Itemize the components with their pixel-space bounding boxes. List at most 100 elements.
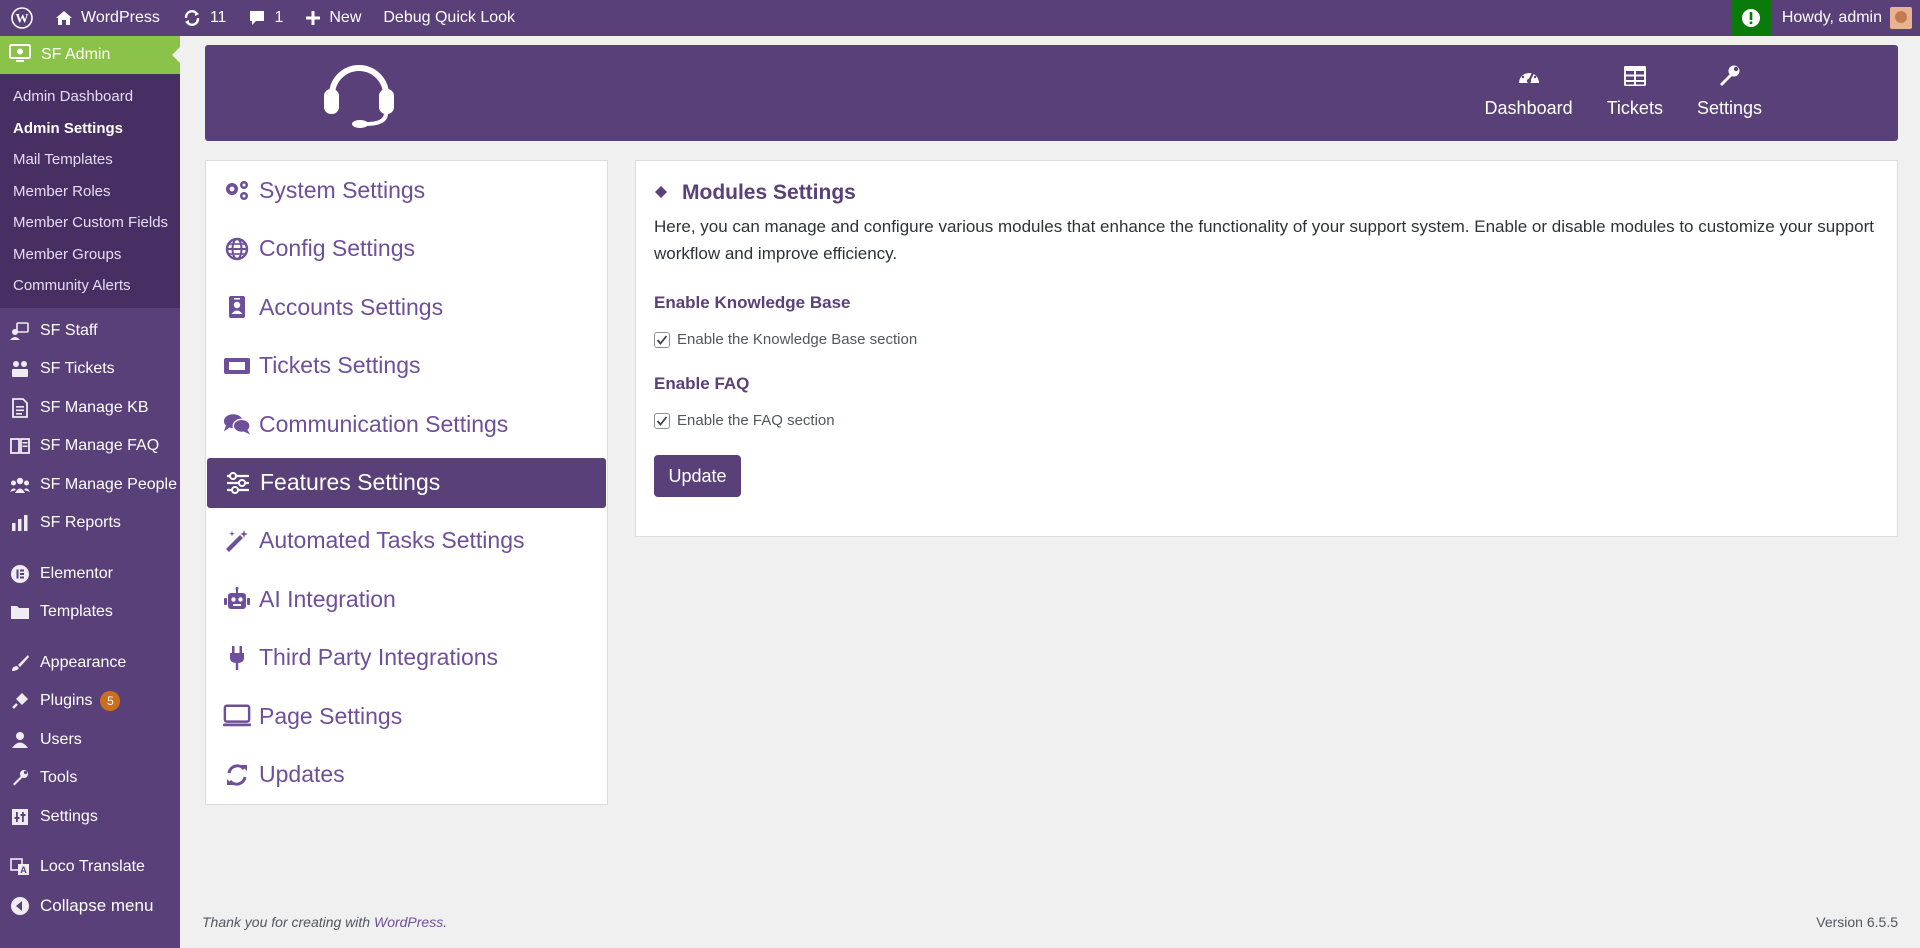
settings-menu-config[interactable]: Config Settings <box>206 220 607 279</box>
monitor-icon <box>223 704 251 728</box>
menu-label: Templates <box>40 603 113 621</box>
nav-settings[interactable]: Settings <box>1697 65 1762 119</box>
menu-elementor[interactable]: Elementor <box>0 555 180 594</box>
updates-link[interactable]: 11 <box>171 0 238 36</box>
plug-icon <box>223 645 251 671</box>
submenu-member-groups[interactable]: Member Groups <box>0 239 180 271</box>
magic-wand-icon <box>223 529 251 553</box>
paintbrush-icon <box>10 653 30 673</box>
settings-menu-updates[interactable]: Updates <box>206 746 607 805</box>
submenu-admin-dashboard[interactable]: Admin Dashboard <box>0 81 180 113</box>
settings-menu-label: Config Settings <box>259 235 415 262</box>
debug-label: Debug Quick Look <box>383 9 516 26</box>
avatar[interactable] <box>1890 7 1912 29</box>
ticket-users-icon <box>10 359 30 379</box>
wp-logo-menu[interactable]: W <box>0 0 44 36</box>
menu-appearance[interactable]: Appearance <box>0 644 180 683</box>
menu-label: Users <box>40 730 82 748</box>
menu-loco-translate[interactable]: A Loco Translate <box>0 848 180 887</box>
menu-label: Appearance <box>40 653 127 671</box>
menu-sf-admin[interactable]: SF Admin <box>0 36 180 74</box>
menu-label: Loco Translate <box>40 858 145 876</box>
svg-text:W: W <box>16 11 29 26</box>
nav-tickets[interactable]: Tickets <box>1607 65 1663 119</box>
site-name-link[interactable]: WordPress <box>44 0 171 36</box>
submenu-member-custom-fields[interactable]: Member Custom Fields <box>0 207 180 239</box>
submenu-community-alerts[interactable]: Community Alerts <box>0 270 180 302</box>
settings-menu-communication[interactable]: Communication Settings <box>206 395 607 454</box>
table-icon <box>1623 65 1647 92</box>
menu-sf-manage-people[interactable]: SF Manage People <box>0 466 180 505</box>
user-icon <box>10 730 30 750</box>
menu-label: Tools <box>40 769 78 787</box>
settings-menu-third-party[interactable]: Third Party Integrations <box>206 629 607 688</box>
settings-menu-page[interactable]: Page Settings <box>206 687 607 746</box>
menu-sf-manage-faq[interactable]: SF Manage FAQ <box>0 427 180 466</box>
submenu-mail-templates[interactable]: Mail Templates <box>0 144 180 176</box>
menu-settings[interactable]: Settings <box>0 798 180 837</box>
settings-menu: System Settings Config Settings Accounts… <box>205 160 608 805</box>
nav-dashboard[interactable]: Dashboard <box>1485 65 1573 119</box>
settings-menu-label: Automated Tasks Settings <box>259 527 525 554</box>
update-button[interactable]: Update <box>654 455 741 497</box>
menu-sf-reports[interactable]: SF Reports <box>0 504 180 543</box>
alert-icon <box>1741 8 1761 28</box>
settings-menu-ai-integration[interactable]: AI Integration <box>206 570 607 629</box>
menu-users[interactable]: Users <box>0 721 180 760</box>
kb-checkbox-row[interactable]: Enable the Knowledge Base section <box>654 331 1879 348</box>
faq-setting-label: Enable FAQ <box>654 374 750 393</box>
settings-menu-features[interactable]: Features Settings <box>207 457 606 508</box>
submenu-member-roles[interactable]: Member Roles <box>0 176 180 208</box>
menu-templates[interactable]: Templates <box>0 593 180 632</box>
modules-settings-panel: Modules Settings Here, you can manage an… <box>635 160 1898 537</box>
monitor-icon <box>9 43 31 68</box>
wordpress-logo-icon: W <box>11 7 33 29</box>
section-description: Here, you can manage and configure vario… <box>654 217 1874 263</box>
plugin-icon <box>10 691 30 711</box>
howdy-text: Howdy, admin <box>1781 9 1882 26</box>
settings-menu-automated-tasks[interactable]: Automated Tasks Settings <box>206 512 607 571</box>
menu-tools[interactable]: Tools <box>0 759 180 798</box>
footer-thanks: Thank you for creating with WordPress. <box>202 914 447 930</box>
kb-setting-label: Enable Knowledge Base <box>654 293 851 312</box>
new-content-link[interactable]: New <box>294 0 372 36</box>
settings-menu-accounts[interactable]: Accounts Settings <box>206 278 607 337</box>
plus-icon <box>305 10 321 26</box>
menu-sf-staff[interactable]: SF Staff <box>0 312 180 351</box>
faq-checkbox[interactable] <box>654 412 670 429</box>
menu-label: SF Staff <box>40 321 98 339</box>
faq-checkbox-row[interactable]: Enable the FAQ section <box>654 412 1879 429</box>
wrench-icon <box>10 768 30 788</box>
menu-label: SF Admin <box>41 46 111 63</box>
folder-icon <box>10 602 30 622</box>
settings-menu-tickets[interactable]: Tickets Settings <box>206 337 607 396</box>
comments-link[interactable]: 1 <box>237 0 294 36</box>
alert-notice[interactable] <box>1730 0 1771 36</box>
gauge-icon <box>1517 65 1541 92</box>
admin-bar: W WordPress 11 1 New Debug Quick Look Ho… <box>0 0 1920 36</box>
collapse-menu-button[interactable]: Collapse menu <box>0 887 180 926</box>
menu-sf-manage-kb[interactable]: SF Manage KB <box>0 389 180 428</box>
settings-menu-label: Third Party Integrations <box>259 644 499 671</box>
kb-checkbox[interactable] <box>654 331 670 348</box>
document-icon <box>10 397 30 418</box>
comment-icon <box>248 9 266 27</box>
submenu-admin-settings[interactable]: Admin Settings <box>0 113 180 145</box>
admin-sidebar: SF Admin Admin Dashboard Admin Settings … <box>0 36 180 948</box>
menu-plugins[interactable]: Plugins 5 <box>0 682 180 721</box>
settings-menu-label: Accounts Settings <box>259 293 444 320</box>
sliders-icon <box>224 471 252 494</box>
refresh-icon <box>182 9 202 27</box>
staff-icon <box>10 321 30 341</box>
footer-period: . <box>443 914 448 930</box>
home-icon <box>55 9 73 27</box>
nav-label: Settings <box>1696 98 1762 118</box>
my-account-link[interactable]: Howdy, admin <box>1771 0 1882 36</box>
settings-menu-label: Features Settings <box>260 469 441 495</box>
site-name: WordPress <box>81 9 160 26</box>
wrench-icon <box>1717 65 1741 92</box>
debug-quick-look-link[interactable]: Debug Quick Look <box>372 0 526 36</box>
wordpress-link[interactable]: WordPress <box>374 914 443 930</box>
settings-menu-system[interactable]: System Settings <box>206 161 607 220</box>
menu-sf-tickets[interactable]: SF Tickets <box>0 350 180 389</box>
